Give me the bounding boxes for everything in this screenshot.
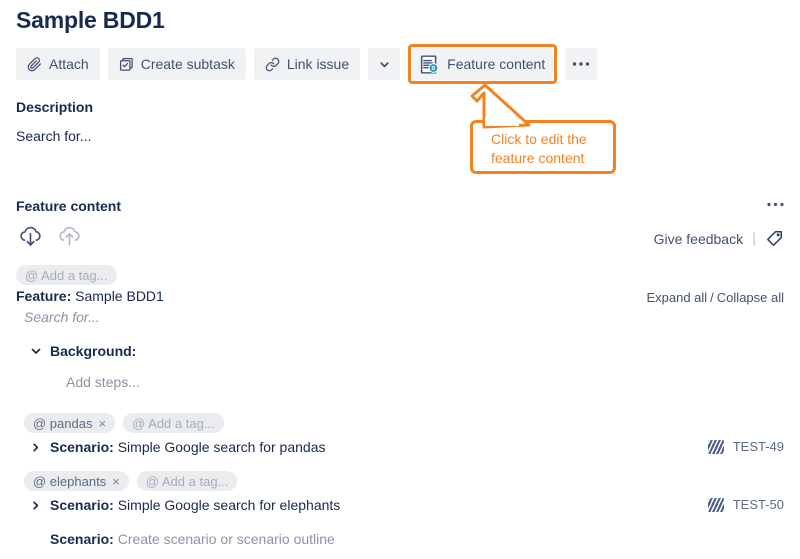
- issue-toolbar: Attach Create subtask Link issue: [16, 44, 597, 84]
- test-case-icon: [708, 440, 724, 454]
- chevron-down-icon: [378, 58, 391, 71]
- scenario-keyword: Scenario:: [50, 439, 114, 455]
- expand-collapse-links: Expand all/Collapse all: [646, 290, 784, 305]
- attach-button-label: Attach: [49, 57, 89, 71]
- create-subtask-button[interactable]: Create subtask: [108, 48, 246, 80]
- feature-title-line[interactable]: Feature: Sample BDD1: [16, 288, 164, 304]
- scenario-tag-label: @ elephants: [33, 474, 106, 489]
- chevron-down-icon[interactable]: [30, 345, 42, 357]
- scenario-tag-pill[interactable]: @ pandas ×: [24, 413, 115, 433]
- feature-description-placeholder[interactable]: Search for...: [24, 309, 100, 325]
- test-case-key: TEST-49: [733, 439, 784, 454]
- callout-tooltip: Click to edit the feature content: [470, 120, 616, 174]
- new-scenario-placeholder: Create scenario or scenario outline: [118, 531, 335, 547]
- test-case-icon: [708, 498, 724, 512]
- scenario-row[interactable]: Scenario: Simple Google search for eleph…: [30, 497, 340, 513]
- scenario-tag-pill[interactable]: @ elephants ×: [24, 471, 129, 491]
- feature-file-icon: B: [419, 54, 440, 75]
- cloud-upload-icon[interactable]: [57, 226, 82, 248]
- ellipsis-icon: [572, 61, 590, 67]
- page-title: Sample BDD1: [16, 6, 165, 34]
- expand-all-link[interactable]: Expand all: [646, 290, 707, 305]
- import-export-toolbar: [18, 226, 82, 248]
- scenario-tag-row: @ elephants × @ Add a tag...: [24, 471, 237, 491]
- feedback-row: Give feedback |: [654, 229, 784, 248]
- link-issue-dropdown-button[interactable]: [368, 48, 400, 80]
- callout-line-2: feature content: [491, 149, 613, 168]
- subtask-icon: [119, 57, 134, 72]
- link-icon: [265, 57, 280, 72]
- cloud-download-icon[interactable]: [18, 226, 43, 248]
- feature-tag-row: @ Add a tag...: [16, 265, 117, 285]
- chevron-right-icon[interactable]: [30, 442, 41, 453]
- chevron-right-icon[interactable]: [30, 500, 41, 511]
- scenario-name: Simple Google search for elephants: [118, 497, 341, 513]
- feature-content-heading: Feature content: [16, 198, 121, 214]
- scenario-name: Simple Google search for pandas: [118, 439, 326, 455]
- feature-content-badge-text: B: [431, 66, 435, 72]
- background-keyword: Background:: [50, 343, 136, 359]
- tag-icon[interactable]: [765, 229, 784, 248]
- feature-keyword: Feature:: [16, 288, 71, 304]
- test-case-link[interactable]: TEST-49: [708, 439, 784, 454]
- add-tag-pill[interactable]: @ Add a tag...: [16, 265, 117, 285]
- more-actions-button[interactable]: [565, 48, 597, 80]
- callout-tail-mask: [485, 118, 519, 126]
- feature-name: Sample BDD1: [75, 288, 164, 304]
- collapse-all-link[interactable]: Collapse all: [717, 290, 784, 305]
- description-heading: Description: [16, 99, 93, 115]
- test-case-link[interactable]: TEST-50: [708, 497, 784, 512]
- link-issue-button-label: Link issue: [287, 57, 349, 71]
- scenario-row[interactable]: Scenario: Simple Google search for panda…: [30, 439, 326, 455]
- add-tag-pill[interactable]: @ Add a tag...: [123, 413, 224, 433]
- test-case-key: TEST-50: [733, 497, 784, 512]
- remove-tag-icon[interactable]: ×: [112, 474, 120, 489]
- scenario-tag-label: @ pandas: [33, 416, 92, 431]
- new-scenario-keyword: Scenario:: [50, 531, 114, 547]
- remove-tag-icon[interactable]: ×: [98, 416, 106, 431]
- add-tag-label: @ Add a tag...: [146, 474, 229, 489]
- background-row[interactable]: Background:: [30, 343, 136, 359]
- callout-line-1: Click to edit the: [491, 130, 613, 149]
- scenario-tag-row: @ pandas × @ Add a tag...: [24, 413, 224, 433]
- paperclip-icon: [27, 57, 42, 72]
- feedback-separator: |: [752, 230, 756, 247]
- add-tag-label: @ Add a tag...: [132, 416, 215, 431]
- new-scenario-row[interactable]: Scenario: Create scenario or scenario ou…: [50, 531, 335, 547]
- feature-content-button-label: Feature content: [447, 57, 545, 71]
- scenario-keyword: Scenario:: [50, 497, 114, 513]
- description-body[interactable]: Search for...: [16, 128, 91, 144]
- background-add-steps-placeholder[interactable]: Add steps...: [66, 374, 140, 390]
- feature-content-panel-more-button[interactable]: [767, 196, 784, 210]
- feature-content-highlight: B Feature content: [408, 44, 557, 84]
- add-tag-label: @ Add a tag...: [25, 268, 108, 283]
- attach-button[interactable]: Attach: [16, 48, 100, 80]
- expand-collapse-separator: /: [710, 290, 714, 305]
- create-subtask-button-label: Create subtask: [141, 57, 235, 71]
- link-issue-button[interactable]: Link issue: [254, 48, 360, 80]
- feature-content-button[interactable]: B Feature content: [412, 48, 553, 80]
- give-feedback-link[interactable]: Give feedback: [654, 231, 744, 247]
- add-tag-pill[interactable]: @ Add a tag...: [137, 471, 238, 491]
